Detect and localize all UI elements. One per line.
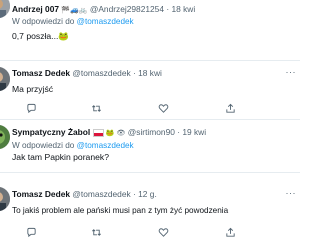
user-handle[interactable]: @tomaszdedek — [72, 189, 130, 199]
tweet-time[interactable]: 18 kwi — [171, 4, 195, 14]
retweet-icon[interactable] — [91, 227, 102, 238]
name-emojis: 🏁🚙🚲 — [61, 7, 88, 14]
reply-handle-link[interactable]: @tomaszdedek — [77, 141, 134, 150]
reply-icon[interactable] — [26, 227, 37, 238]
reply-context: W odpowiedzi do @tomaszdedek — [12, 140, 134, 151]
separator-dot: · — [177, 127, 181, 137]
avatar[interactable] — [0, 187, 10, 211]
poland-flag-icon — [92, 128, 104, 137]
display-name[interactable]: Sympatyczny Żabol — [12, 127, 90, 137]
tweet-header: Tomasz Dedek @tomaszdedek · 18 kwi — [12, 68, 162, 79]
display-name[interactable]: Andrzej 007 — [12, 4, 59, 14]
tweet-andrzej[interactable]: Andrzej 007 🏁🚙🚲 @Andrzej29821254 · 18 kw… — [0, 0, 300, 60]
name-emojis: 🐸 👁 — [105, 130, 126, 137]
display-name[interactable]: Tomasz Dedek — [12, 68, 70, 78]
retweet-icon[interactable] — [91, 103, 102, 114]
reply-handle-link[interactable]: @tomaszdedek — [77, 17, 134, 26]
like-icon[interactable] — [158, 103, 169, 114]
separator-dot: · — [133, 68, 136, 78]
avatar[interactable] — [0, 67, 10, 91]
separator-dot: · — [166, 4, 170, 14]
tweet-header: Sympatyczny Żabol 🐸 👁 @sirtimon90 · 19 k… — [12, 127, 206, 139]
reply-prefix: W odpowiedzi do — [12, 17, 75, 26]
more-icon[interactable]: ··· — [286, 188, 297, 198]
tweet-text: 0,7 poszła...🐸 — [12, 31, 70, 41]
user-handle[interactable]: @sirtimon90 — [128, 127, 175, 137]
tweet-actions — [12, 227, 282, 239]
separator-dot: · — [133, 189, 136, 199]
more-icon[interactable]: ··· — [286, 67, 297, 77]
user-handle[interactable]: @Andrzej29821254 — [90, 4, 164, 14]
tweet-header: Tomasz Dedek @tomaszdedek · 12 g. — [12, 189, 157, 200]
tweet-header: Andrzej 007 🏁🚙🚲 @Andrzej29821254 · 18 kw… — [12, 4, 195, 16]
user-handle[interactable]: @tomaszdedek — [72, 68, 130, 78]
tweet-text: To jakiś problem ale pański musi pan z t… — [12, 206, 229, 215]
share-icon[interactable] — [225, 227, 236, 238]
tweet-time[interactable]: 18 kwi — [138, 68, 162, 78]
avatar[interactable] — [0, 0, 10, 18]
display-name[interactable]: Tomasz Dedek — [12, 189, 70, 199]
reply-prefix: W odpowiedzi do — [12, 141, 75, 150]
tweet-text: Jak tam Papkin poranek? — [12, 152, 109, 162]
tweet-tomasz-1[interactable]: Tomasz Dedek @tomaszdedek · 18 kwi ··· M… — [0, 61, 300, 119]
tweet-tomasz-2[interactable]: Tomasz Dedek @tomaszdedek · 12 g. ··· To… — [0, 173, 300, 250]
tweet-time[interactable]: 19 kwi — [182, 127, 206, 137]
share-icon[interactable] — [225, 103, 236, 114]
avatar[interactable] — [0, 125, 10, 149]
reply-context: W odpowiedzi do @tomaszdedek — [12, 16, 134, 27]
like-icon[interactable] — [158, 227, 169, 238]
tweet-time[interactable]: 12 g. — [138, 189, 157, 199]
tweet-actions — [12, 103, 282, 115]
tweet-text: Ma przyjść — [12, 84, 54, 94]
reply-icon[interactable] — [26, 103, 37, 114]
tweet-sympatyczny-zabol[interactable]: Sympatyczny Żabol 🐸 👁 @sirtimon90 · 19 k… — [0, 120, 300, 172]
